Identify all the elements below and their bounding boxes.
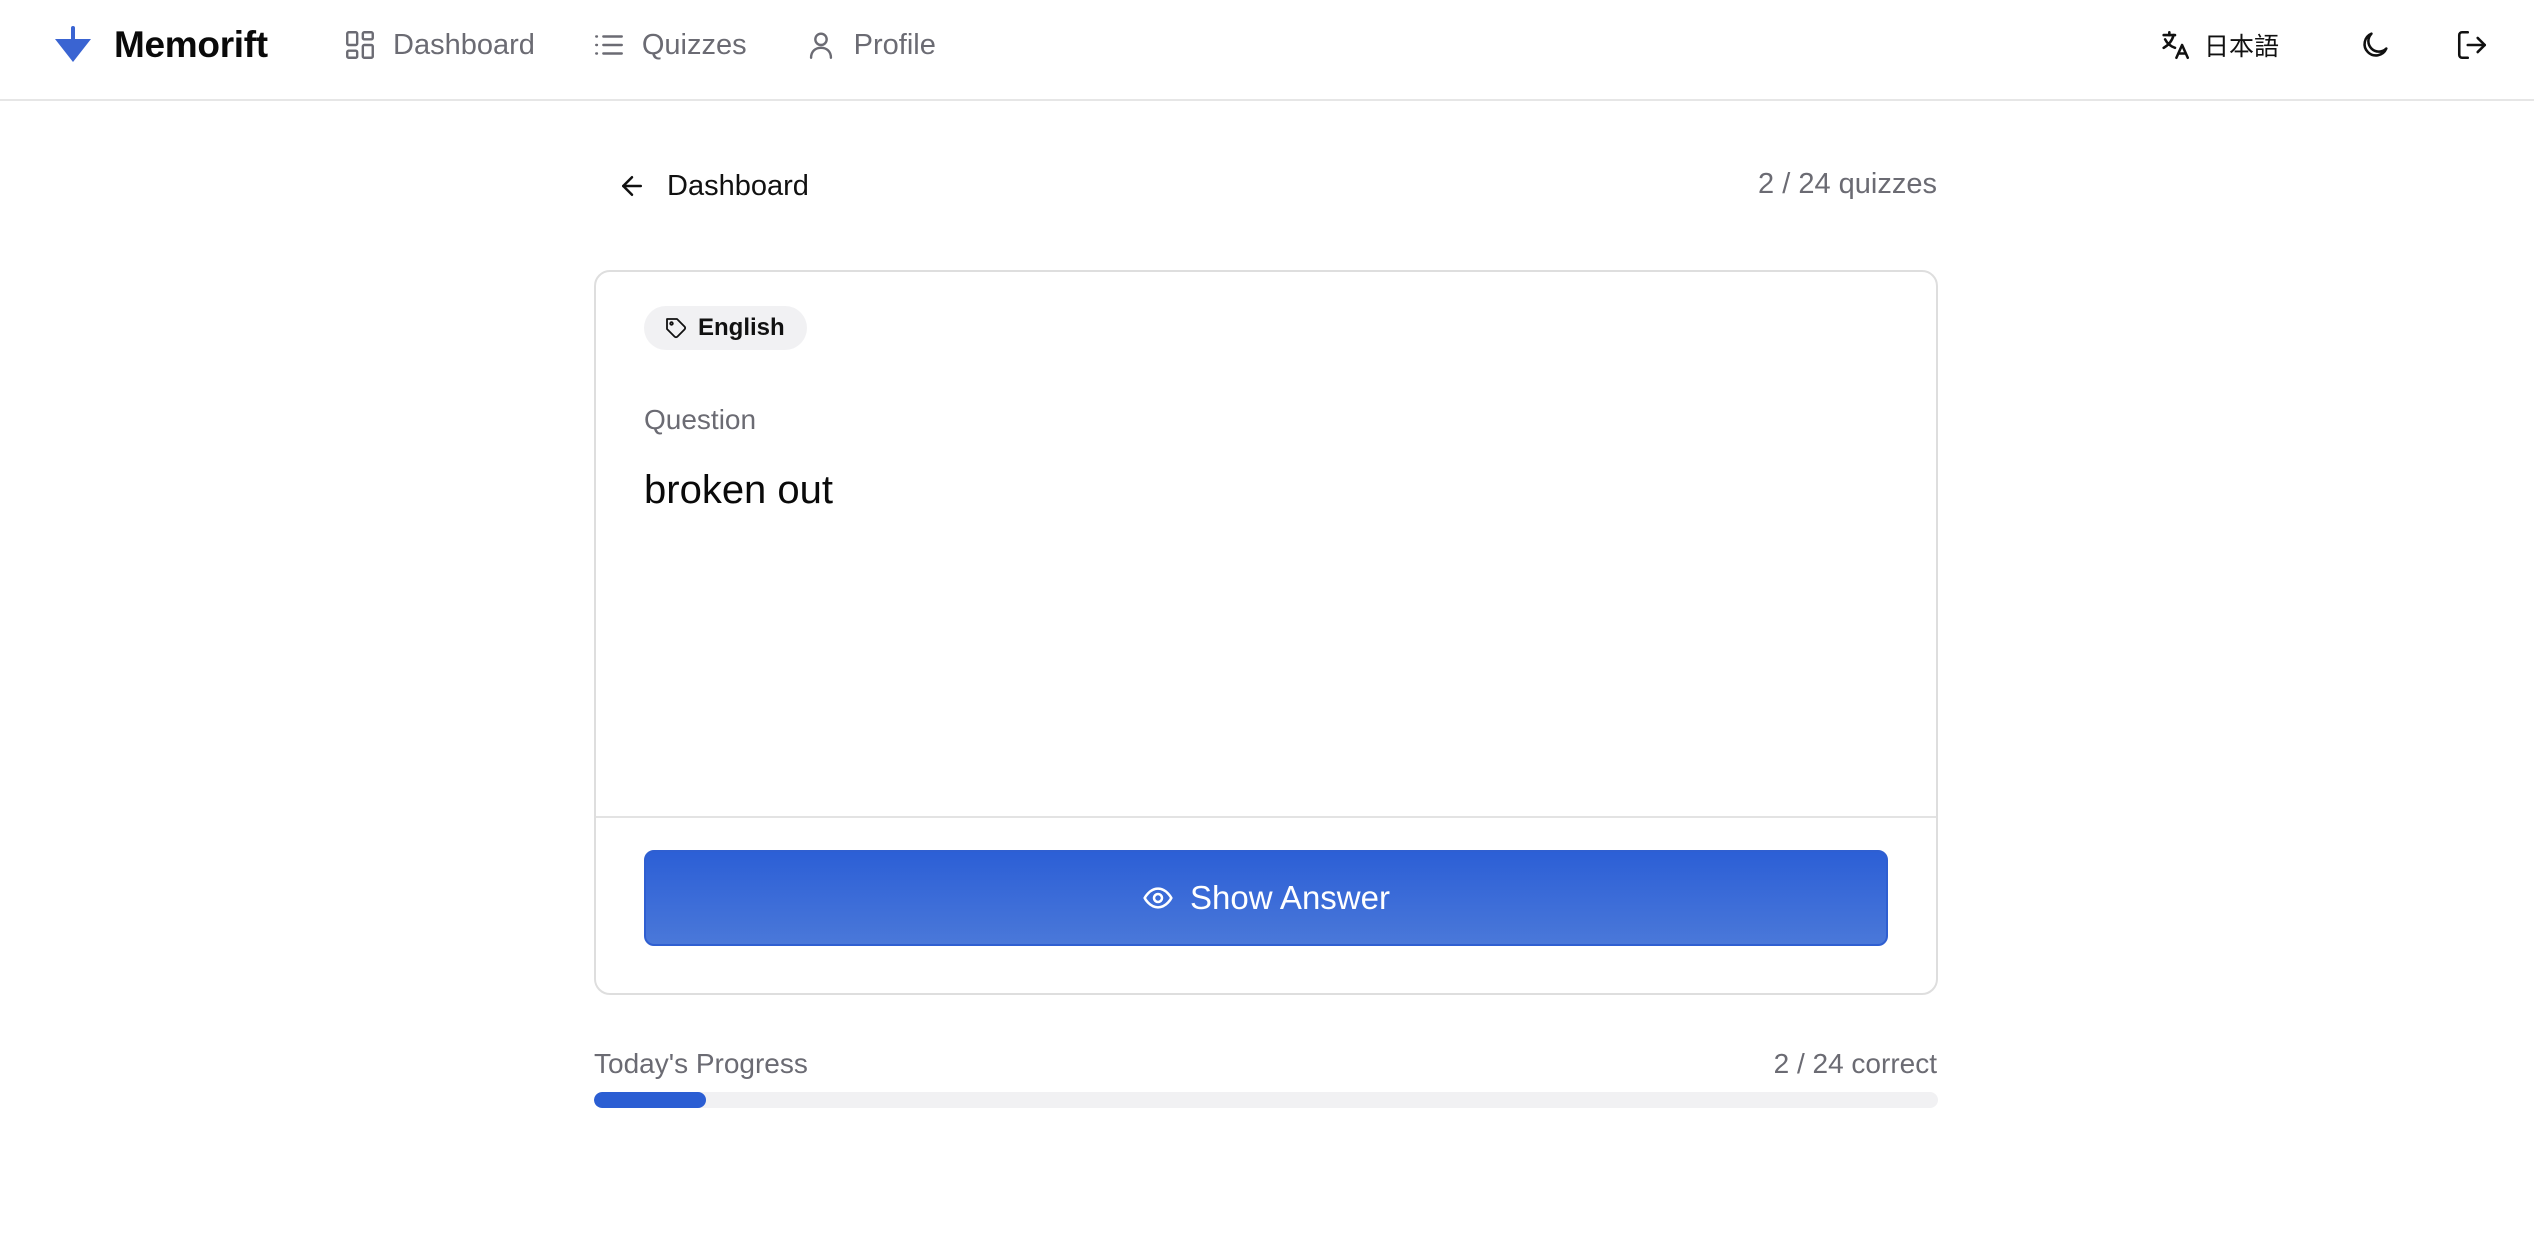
question-label: Question — [644, 404, 757, 435]
show-answer-button[interactable]: Show Answer — [644, 850, 1888, 946]
tag-label: English — [698, 314, 785, 341]
moon-icon — [2363, 32, 2388, 57]
show-answer-label: Show Answer — [1190, 879, 1390, 916]
quiz-card: English Question broken out Show Answer — [594, 270, 1938, 995]
nav-item-dashboard[interactable]: Dashboard — [343, 28, 535, 62]
nav-item-profile[interactable]: Profile — [804, 28, 936, 62]
nav-label: Profile — [853, 28, 936, 61]
top-nav-bar: Memorift Dashboard Quizzes Profile 日本語 — [0, 0, 2534, 101]
back-to-dashboard-link[interactable]: Dashboard — [617, 166, 809, 206]
progress-label: Today's Progress — [594, 1048, 808, 1079]
nav-label: Dashboard — [393, 28, 535, 61]
memorift-logo-icon — [55, 26, 91, 62]
progress-bar — [594, 1092, 1938, 1108]
nav-item-quizzes[interactable]: Quizzes — [592, 28, 747, 62]
logout-button[interactable] — [2453, 26, 2491, 64]
dashboard-grid-icon — [346, 31, 374, 59]
header-actions: 日本語 — [2034, 22, 2534, 68]
translate-icon — [2162, 30, 2190, 60]
main-nav: Dashboard Quizzes Profile — [343, 22, 936, 68]
card-divider — [596, 816, 1936, 818]
theme-toggle-button[interactable] — [2356, 26, 2394, 64]
question-text: broken out — [644, 468, 834, 512]
quiz-count: 2 / 24 quizzes — [1758, 168, 1937, 200]
language-label: 日本語 — [2204, 33, 2280, 61]
back-label: Dashboard — [667, 169, 809, 202]
progress-bar-fill — [594, 1092, 706, 1108]
logout-icon — [2457, 30, 2487, 60]
brand[interactable]: Memorift — [52, 24, 268, 66]
language-switch-button[interactable]: 日本語 — [2158, 22, 2279, 68]
eye-icon — [1143, 887, 1173, 909]
tag-icon — [666, 318, 687, 339]
nav-label: Quizzes — [641, 28, 747, 61]
list-icon — [594, 35, 623, 55]
progress-count: 2 / 24 correct — [1773, 1048, 1937, 1079]
user-icon — [809, 32, 832, 59]
category-tag: English — [644, 306, 807, 350]
arrow-left-icon — [622, 176, 642, 196]
brand-name: Memorift — [114, 24, 268, 65]
